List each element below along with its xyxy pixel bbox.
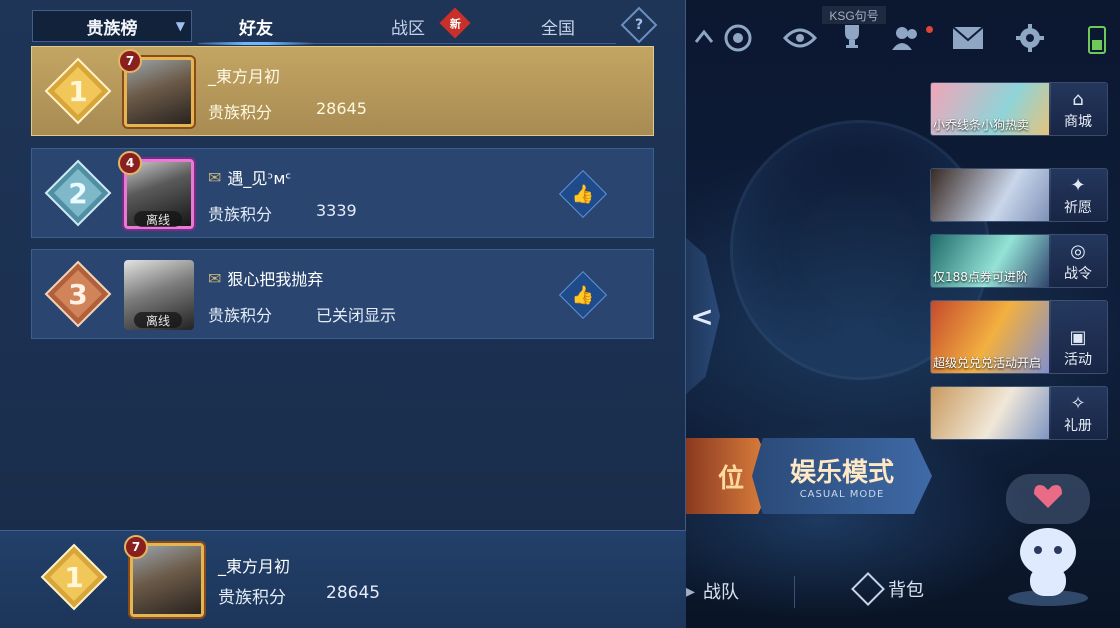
chevron-left-icon: < xyxy=(690,299,714,333)
mail-icon[interactable]: ✉ xyxy=(208,269,221,288)
new-badge-label: 新 xyxy=(449,17,461,30)
score-value: 28645 xyxy=(326,583,381,603)
avatar[interactable]: 4 离线 xyxy=(118,151,196,231)
rank-number: 3 xyxy=(68,278,87,311)
rank-silver-badge-icon: 2 xyxy=(44,159,112,227)
banner-label: 活动 xyxy=(1064,352,1092,368)
score-value: 已关闭显示 xyxy=(316,306,397,325)
rank-gold-badge-icon: 1 xyxy=(44,57,112,125)
mascot-icon[interactable] xyxy=(1000,470,1096,610)
leaderboard-panel: 贵族榜 ▼ 好友 战区 新 全国 ? 1 7 _東方月初 贵族积分 28645 … xyxy=(0,0,686,628)
rank-number: 1 xyxy=(68,75,87,108)
wish-icon: ✦ xyxy=(1070,175,1086,196)
team-button[interactable]: ▸ 战队 xyxy=(686,578,739,604)
battery-icon xyxy=(1088,26,1106,54)
tab-national[interactable]: 全国 xyxy=(500,10,616,42)
like-button[interactable]: 👍 xyxy=(558,169,608,219)
thumbs-up-icon: 👍 xyxy=(571,183,595,205)
offline-tag: 离线 xyxy=(134,312,182,328)
banner-activity[interactable]: ▣ 活动 超级兑兑兑活动开启 xyxy=(930,300,1108,374)
mail-icon[interactable] xyxy=(950,20,986,56)
banner-label: 祈愿 xyxy=(1064,200,1092,216)
tab-friends[interactable]: 好友 xyxy=(198,10,314,42)
target-icon[interactable] xyxy=(720,20,756,56)
score-label: 贵族积分 xyxy=(208,103,273,122)
partial-icon[interactable] xyxy=(686,20,722,56)
score-label: 贵族积分 xyxy=(218,588,286,608)
banner-shop[interactable]: ⌂ 商城 小乔线条小狗热卖 xyxy=(930,82,1108,136)
banner-caption: 仅188点券可进阶 xyxy=(933,270,1028,284)
leaderboard-row[interactable]: 3 离线 ✉ 狠心把我抛弃 贵族积分 已关闭显示 👍 xyxy=(31,249,654,339)
divider xyxy=(794,576,795,608)
casual-mode-label: 娱乐模式 xyxy=(789,458,894,488)
score-label: 贵族积分 xyxy=(208,205,273,224)
active-tab-indicator xyxy=(198,42,314,45)
help-symbol: ? xyxy=(634,17,644,33)
team-arrow-icon: ▸ xyxy=(686,580,696,602)
score-label: 贵族积分 xyxy=(208,306,273,325)
activity-icon: ▣ xyxy=(1069,327,1087,348)
banner-gift-book[interactable]: ✧ 礼册 xyxy=(930,386,1108,440)
my-ranking-bar[interactable]: 1 7 _東方月初 贵族积分 28645 xyxy=(0,530,686,628)
help-icon[interactable]: ? xyxy=(620,6,658,44)
avatar[interactable]: 离线 xyxy=(122,258,196,332)
banner-label: 商城 xyxy=(1064,114,1092,130)
eye-icon[interactable] xyxy=(782,20,818,56)
notification-dot xyxy=(926,26,933,33)
leaderboard-row[interactable]: 2 4 离线 ✉ 遇_见ᵓᴍᶜ 贵族积分 3339 👍 xyxy=(31,148,654,238)
casual-mode-button[interactable]: 娱乐模式 CASUAL MODE xyxy=(752,438,932,514)
score-value: 28645 xyxy=(316,99,367,118)
banner-art xyxy=(931,169,1051,221)
trophy-icon[interactable] xyxy=(834,18,870,54)
thumbs-up-icon: 👍 xyxy=(571,284,595,306)
banner-caption: 超级兑兑兑活动开启 xyxy=(933,356,1042,370)
banner-wish[interactable]: ✦ 祈愿 xyxy=(930,168,1108,222)
casual-mode-sublabel: CASUAL MODE xyxy=(799,489,885,500)
bag-icon xyxy=(851,572,885,606)
ranked-mode-label: 位 xyxy=(717,463,744,494)
like-button[interactable]: 👍 xyxy=(558,270,608,320)
chevron-down-icon: ▼ xyxy=(175,19,185,33)
banner-art xyxy=(931,387,1051,439)
player-name: 狠心把我抛弃 xyxy=(227,270,324,289)
gift-icon: ✧ xyxy=(1070,393,1086,414)
noble-level-badge: 4 xyxy=(118,151,142,175)
gear-icon[interactable] xyxy=(1012,20,1048,56)
banner-battlepass[interactable]: ◎ 战令 仅188点券可进阶 xyxy=(930,234,1108,288)
rank-number: 1 xyxy=(64,561,83,594)
battlepass-icon: ◎ xyxy=(1070,241,1086,262)
banner-caption: 小乔线条小狗热卖 xyxy=(933,118,1030,132)
avatar[interactable]: 7 xyxy=(124,535,206,619)
dropdown-label: 贵族榜 xyxy=(86,18,138,39)
offline-tag: 离线 xyxy=(134,211,182,227)
team-label: 战队 xyxy=(703,582,740,603)
banner-label: 战令 xyxy=(1064,266,1092,282)
rank-bronze-badge-icon: 3 xyxy=(44,260,112,328)
noble-level-badge: 7 xyxy=(124,535,148,559)
tab-label: 好友 xyxy=(239,18,273,39)
score-value: 3339 xyxy=(316,201,357,220)
tab-label: 战区 xyxy=(391,18,425,39)
player-name: _東方月初 xyxy=(208,67,281,86)
bag-label: 背包 xyxy=(888,580,924,601)
bag-button[interactable]: 背包 xyxy=(851,572,924,606)
tab-label: 全国 xyxy=(541,18,575,39)
player-name: _東方月初 xyxy=(218,557,291,576)
noble-level-badge: 7 xyxy=(118,49,142,73)
avatar[interactable]: 7 xyxy=(118,49,196,129)
mail-icon[interactable]: ✉ xyxy=(208,168,221,187)
shop-icon: ⌂ xyxy=(1072,89,1084,110)
friends-icon[interactable] xyxy=(888,20,924,56)
rank-number: 2 xyxy=(68,177,87,210)
banner-label: 礼册 xyxy=(1064,418,1092,434)
player-name: 遇_见ᵓᴍᶜ xyxy=(227,169,292,188)
leaderboard-tabs: 贵族榜 ▼ 好友 战区 新 全国 ? xyxy=(0,6,686,45)
leaderboard-row[interactable]: 1 7 _東方月初 贵族积分 28645 xyxy=(31,46,654,136)
rank-gold-badge-icon: 1 xyxy=(40,543,108,611)
leaderboard-type-dropdown[interactable]: 贵族榜 ▼ xyxy=(32,10,192,42)
